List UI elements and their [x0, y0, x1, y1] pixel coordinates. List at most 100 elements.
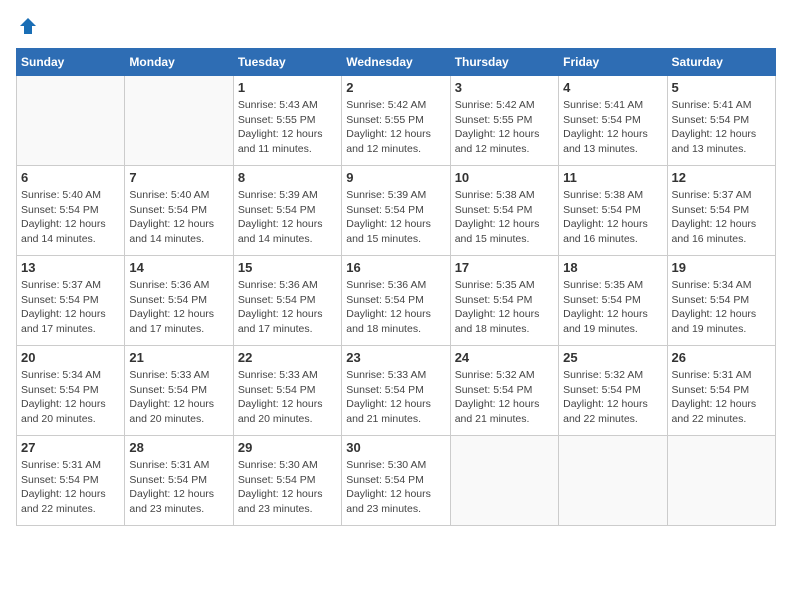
calendar-cell: 8 Sunrise: 5:39 AM Sunset: 5:54 PM Daylig… [233, 166, 341, 256]
calendar-cell: 6 Sunrise: 5:40 AM Sunset: 5:54 PM Daylig… [17, 166, 125, 256]
calendar-cell: 25 Sunrise: 5:32 AM Sunset: 5:54 PM Dayli… [559, 346, 667, 436]
day-number: 29 [238, 440, 337, 455]
calendar-cell [450, 436, 558, 526]
weekday-header: Saturday [667, 49, 775, 76]
calendar-cell [17, 76, 125, 166]
day-info: Sunrise: 5:39 AM Sunset: 5:54 PM Dayligh… [238, 188, 337, 247]
day-info: Sunrise: 5:35 AM Sunset: 5:54 PM Dayligh… [563, 278, 662, 337]
day-info: Sunrise: 5:30 AM Sunset: 5:54 PM Dayligh… [238, 458, 337, 517]
day-info: Sunrise: 5:37 AM Sunset: 5:54 PM Dayligh… [21, 278, 120, 337]
calendar-cell: 10 Sunrise: 5:38 AM Sunset: 5:54 PM Dayli… [450, 166, 558, 256]
day-info: Sunrise: 5:42 AM Sunset: 5:55 PM Dayligh… [346, 98, 445, 157]
day-info: Sunrise: 5:40 AM Sunset: 5:54 PM Dayligh… [129, 188, 228, 247]
calendar-cell: 27 Sunrise: 5:31 AM Sunset: 5:54 PM Dayli… [17, 436, 125, 526]
weekday-header: Tuesday [233, 49, 341, 76]
calendar-cell: 18 Sunrise: 5:35 AM Sunset: 5:54 PM Dayli… [559, 256, 667, 346]
day-info: Sunrise: 5:36 AM Sunset: 5:54 PM Dayligh… [346, 278, 445, 337]
day-number: 13 [21, 260, 120, 275]
day-info: Sunrise: 5:31 AM Sunset: 5:54 PM Dayligh… [21, 458, 120, 517]
day-number: 10 [455, 170, 554, 185]
day-number: 2 [346, 80, 445, 95]
calendar-cell [125, 76, 233, 166]
calendar-cell: 29 Sunrise: 5:30 AM Sunset: 5:54 PM Dayli… [233, 436, 341, 526]
day-info: Sunrise: 5:31 AM Sunset: 5:54 PM Dayligh… [129, 458, 228, 517]
day-number: 7 [129, 170, 228, 185]
day-number: 3 [455, 80, 554, 95]
day-info: Sunrise: 5:33 AM Sunset: 5:54 PM Dayligh… [129, 368, 228, 427]
day-number: 17 [455, 260, 554, 275]
day-info: Sunrise: 5:33 AM Sunset: 5:54 PM Dayligh… [346, 368, 445, 427]
day-number: 25 [563, 350, 662, 365]
day-number: 11 [563, 170, 662, 185]
calendar-week-row: 27 Sunrise: 5:31 AM Sunset: 5:54 PM Dayli… [17, 436, 776, 526]
calendar-cell: 14 Sunrise: 5:36 AM Sunset: 5:54 PM Dayli… [125, 256, 233, 346]
day-number: 22 [238, 350, 337, 365]
day-number: 19 [672, 260, 771, 275]
day-number: 12 [672, 170, 771, 185]
day-info: Sunrise: 5:32 AM Sunset: 5:54 PM Dayligh… [563, 368, 662, 427]
day-info: Sunrise: 5:30 AM Sunset: 5:54 PM Dayligh… [346, 458, 445, 517]
weekday-header: Monday [125, 49, 233, 76]
day-number: 8 [238, 170, 337, 185]
calendar-week-row: 20 Sunrise: 5:34 AM Sunset: 5:54 PM Dayli… [17, 346, 776, 436]
logo-icon [18, 16, 38, 36]
day-info: Sunrise: 5:43 AM Sunset: 5:55 PM Dayligh… [238, 98, 337, 157]
calendar-cell: 1Sunrise: 5:43 AM Sunset: 5:55 PM Daylig… [233, 76, 341, 166]
calendar-cell: 4 Sunrise: 5:41 AM Sunset: 5:54 PM Daylig… [559, 76, 667, 166]
day-info: Sunrise: 5:32 AM Sunset: 5:54 PM Dayligh… [455, 368, 554, 427]
calendar-cell: 16 Sunrise: 5:36 AM Sunset: 5:54 PM Dayli… [342, 256, 450, 346]
day-number: 30 [346, 440, 445, 455]
day-info: Sunrise: 5:39 AM Sunset: 5:54 PM Dayligh… [346, 188, 445, 247]
day-info: Sunrise: 5:42 AM Sunset: 5:55 PM Dayligh… [455, 98, 554, 157]
day-info: Sunrise: 5:38 AM Sunset: 5:54 PM Dayligh… [455, 188, 554, 247]
day-info: Sunrise: 5:33 AM Sunset: 5:54 PM Dayligh… [238, 368, 337, 427]
day-info: Sunrise: 5:34 AM Sunset: 5:54 PM Dayligh… [672, 278, 771, 337]
calendar-cell [559, 436, 667, 526]
day-number: 15 [238, 260, 337, 275]
calendar-week-row: 1Sunrise: 5:43 AM Sunset: 5:55 PM Daylig… [17, 76, 776, 166]
calendar-cell: 24Sunrise: 5:32 AM Sunset: 5:54 PM Dayli… [450, 346, 558, 436]
page-header [16, 16, 776, 36]
weekday-header: Sunday [17, 49, 125, 76]
day-number: 27 [21, 440, 120, 455]
day-info: Sunrise: 5:36 AM Sunset: 5:54 PM Dayligh… [129, 278, 228, 337]
calendar-cell: 26Sunrise: 5:31 AM Sunset: 5:54 PM Dayli… [667, 346, 775, 436]
weekday-header: Wednesday [342, 49, 450, 76]
calendar-cell: 7 Sunrise: 5:40 AM Sunset: 5:54 PM Daylig… [125, 166, 233, 256]
calendar-cell [667, 436, 775, 526]
day-info: Sunrise: 5:36 AM Sunset: 5:54 PM Dayligh… [238, 278, 337, 337]
day-number: 4 [563, 80, 662, 95]
calendar-cell: 20 Sunrise: 5:34 AM Sunset: 5:54 PM Dayli… [17, 346, 125, 436]
day-number: 21 [129, 350, 228, 365]
day-info: Sunrise: 5:34 AM Sunset: 5:54 PM Dayligh… [21, 368, 120, 427]
calendar-cell: 30 Sunrise: 5:30 AM Sunset: 5:54 PM Dayli… [342, 436, 450, 526]
logo [16, 16, 38, 36]
calendar-cell: 12Sunrise: 5:37 AM Sunset: 5:54 PM Dayli… [667, 166, 775, 256]
calendar-header-row: SundayMondayTuesdayWednesdayThursdayFrid… [17, 49, 776, 76]
day-info: Sunrise: 5:41 AM Sunset: 5:54 PM Dayligh… [563, 98, 662, 157]
day-number: 9 [346, 170, 445, 185]
calendar-cell: 9 Sunrise: 5:39 AM Sunset: 5:54 PM Daylig… [342, 166, 450, 256]
weekday-header: Thursday [450, 49, 558, 76]
calendar-cell: 23 Sunrise: 5:33 AM Sunset: 5:54 PM Dayli… [342, 346, 450, 436]
calendar-cell: 21 Sunrise: 5:33 AM Sunset: 5:54 PM Dayli… [125, 346, 233, 436]
day-number: 6 [21, 170, 120, 185]
day-number: 28 [129, 440, 228, 455]
day-number: 18 [563, 260, 662, 275]
calendar-cell: 3 Sunrise: 5:42 AM Sunset: 5:55 PM Daylig… [450, 76, 558, 166]
calendar-cell: 15 Sunrise: 5:36 AM Sunset: 5:54 PM Dayli… [233, 256, 341, 346]
calendar-week-row: 6 Sunrise: 5:40 AM Sunset: 5:54 PM Daylig… [17, 166, 776, 256]
calendar-cell: 19 Sunrise: 5:34 AM Sunset: 5:54 PM Dayli… [667, 256, 775, 346]
calendar-cell: 2 Sunrise: 5:42 AM Sunset: 5:55 PM Daylig… [342, 76, 450, 166]
calendar-cell: 13 Sunrise: 5:37 AM Sunset: 5:54 PM Dayli… [17, 256, 125, 346]
calendar-table: SundayMondayTuesdayWednesdayThursdayFrid… [16, 48, 776, 526]
day-number: 5 [672, 80, 771, 95]
calendar-cell: 11 Sunrise: 5:38 AM Sunset: 5:54 PM Dayli… [559, 166, 667, 256]
day-info: Sunrise: 5:40 AM Sunset: 5:54 PM Dayligh… [21, 188, 120, 247]
day-number: 14 [129, 260, 228, 275]
day-number: 16 [346, 260, 445, 275]
calendar-cell: 28 Sunrise: 5:31 AM Sunset: 5:54 PM Dayli… [125, 436, 233, 526]
day-number: 20 [21, 350, 120, 365]
day-info: Sunrise: 5:38 AM Sunset: 5:54 PM Dayligh… [563, 188, 662, 247]
day-number: 23 [346, 350, 445, 365]
